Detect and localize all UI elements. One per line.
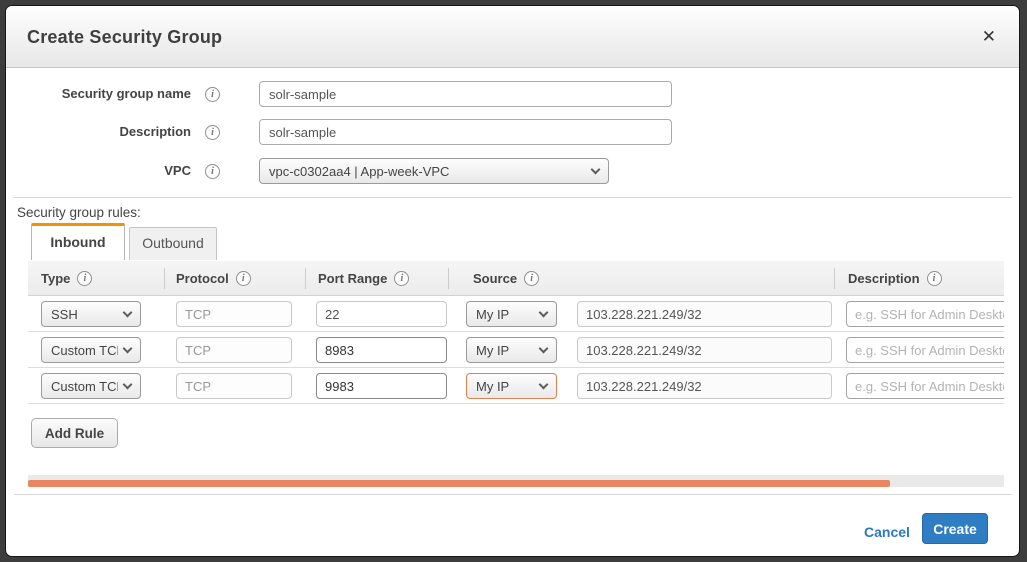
create-security-group-dialog: Create Security Group ✕ Security group n… xyxy=(5,5,1020,557)
source-mode-select[interactable]: My IP xyxy=(466,301,557,327)
info-icon[interactable]: i xyxy=(205,125,220,140)
column-header-source: Source i xyxy=(473,261,539,296)
dialog-header: Create Security Group ✕ xyxy=(6,6,1019,68)
source-mode-select[interactable]: My IP xyxy=(466,373,557,399)
source-ip-input[interactable] xyxy=(577,337,832,363)
rule-row: SSH My IP xyxy=(28,296,1004,332)
info-icon[interactable]: i xyxy=(927,271,942,286)
info-icon[interactable]: i xyxy=(205,87,220,102)
info-icon[interactable]: i xyxy=(394,271,409,286)
chevron-down-icon xyxy=(591,164,601,174)
dialog-title: Create Security Group xyxy=(27,27,222,48)
protocol-input xyxy=(176,373,292,399)
tab-inbound[interactable]: Inbound xyxy=(31,223,125,260)
source-ip-input[interactable] xyxy=(577,301,832,327)
source-mode-select[interactable]: My IP xyxy=(466,337,557,363)
column-header-protocol: Protocol i xyxy=(176,261,251,296)
chevron-down-icon xyxy=(123,379,133,389)
protocol-input xyxy=(176,301,292,327)
vpc-select-value: vpc-c0302aa4 | App-week-VPC xyxy=(269,164,449,179)
security-group-name-label: Security group name xyxy=(6,81,191,107)
security-group-name-input[interactable] xyxy=(259,81,672,107)
column-header-description: Description i xyxy=(848,261,942,296)
info-icon[interactable]: i xyxy=(236,271,251,286)
type-select[interactable]: Custom TCP xyxy=(41,337,141,363)
add-rule-button[interactable]: Add Rule xyxy=(31,418,118,448)
chevron-down-icon xyxy=(539,343,549,353)
chevron-down-icon xyxy=(123,343,133,353)
chevron-down-icon xyxy=(123,307,133,317)
description-label: Description xyxy=(6,119,191,145)
info-icon[interactable]: i xyxy=(205,164,220,179)
type-select[interactable]: Custom TCP xyxy=(41,373,141,399)
column-header-type: Type i xyxy=(41,261,92,296)
rules-heading: Security group rules: xyxy=(17,205,141,220)
rules-table-body: SSH My IP Custom TCP My IP xyxy=(28,296,1004,405)
column-separator xyxy=(164,268,165,289)
create-button[interactable]: Create xyxy=(922,513,988,544)
tab-outbound[interactable]: Outbound xyxy=(129,227,217,260)
column-separator xyxy=(305,268,306,289)
description-input[interactable] xyxy=(259,119,672,145)
port-range-input[interactable] xyxy=(316,301,447,327)
column-separator xyxy=(448,268,449,289)
source-ip-input[interactable] xyxy=(577,373,832,399)
close-icon[interactable]: ✕ xyxy=(982,28,996,46)
chevron-down-icon xyxy=(539,379,549,389)
footer-divider xyxy=(14,494,1012,495)
rule-row: Custom TCP My IP xyxy=(28,332,1004,368)
column-header-port-range: Port Range i xyxy=(318,261,409,296)
section-divider xyxy=(14,197,1012,198)
vpc-label: VPC xyxy=(6,158,191,184)
column-separator xyxy=(834,268,835,289)
rule-description-input[interactable] xyxy=(846,337,1004,363)
horizontal-scrollbar-track[interactable] xyxy=(28,475,1004,487)
port-range-input[interactable] xyxy=(316,373,447,399)
type-select[interactable]: SSH xyxy=(41,301,141,327)
rules-table-header: Type i Protocol i Port Range i Source i … xyxy=(28,261,1004,296)
info-icon[interactable]: i xyxy=(524,271,539,286)
info-icon[interactable]: i xyxy=(77,271,92,286)
port-range-input[interactable] xyxy=(316,337,447,363)
vpc-select[interactable]: vpc-c0302aa4 | App-week-VPC xyxy=(259,158,609,184)
chevron-down-icon xyxy=(539,307,549,317)
rule-description-input[interactable] xyxy=(846,373,1004,399)
cancel-button[interactable]: Cancel xyxy=(864,524,910,540)
protocol-input xyxy=(176,337,292,363)
rule-description-input[interactable] xyxy=(846,301,1004,327)
horizontal-scrollbar-thumb[interactable] xyxy=(28,480,890,487)
rule-row: Custom TCP My IP xyxy=(28,368,1004,404)
